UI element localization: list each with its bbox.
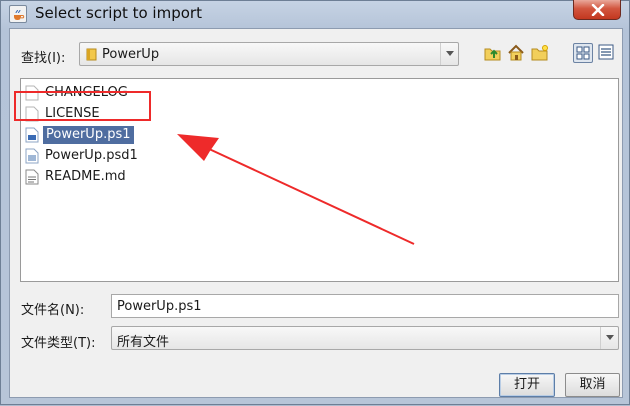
chevron-down-icon: [446, 51, 454, 56]
home-icon: [508, 44, 524, 61]
file-type-label: 文件类型(T):: [21, 336, 96, 351]
file-name: README.md: [45, 169, 126, 184]
new-folder-button[interactable]: [530, 43, 550, 63]
up-folder-icon: [484, 48, 501, 61]
look-in-arrow[interactable]: [440, 43, 458, 65]
file-type-arrow[interactable]: [600, 327, 618, 349]
window-title: Select script to import: [35, 4, 202, 22]
file-name: PowerUp.ps1: [43, 126, 134, 144]
open-button[interactable]: 打开: [499, 373, 555, 397]
look-in-dropdown[interactable]: PowerUp: [79, 42, 459, 66]
new-folder-icon: [531, 45, 548, 61]
cancel-button[interactable]: 取消: [565, 373, 620, 397]
details-view-icon: [598, 44, 614, 60]
close-button[interactable]: [573, 0, 621, 20]
look-in-value: PowerUp: [102, 47, 160, 62]
data-file-icon: [25, 148, 39, 164]
file-name-label: 文件名(N):: [21, 303, 85, 318]
close-icon: [591, 4, 605, 16]
home-button[interactable]: [506, 43, 526, 63]
look-in-label: 查找(I):: [21, 51, 66, 66]
list-view-button[interactable]: [573, 43, 593, 63]
file-type-dropdown[interactable]: 所有文件: [111, 326, 619, 350]
file-dialog-window: Select script to import 查找(I): PowerUp C…: [0, 0, 630, 405]
java-cup-icon: [9, 5, 27, 23]
file-name-field[interactable]: [111, 294, 619, 318]
chevron-down-icon: [606, 335, 614, 340]
up-one-level-button[interactable]: [483, 43, 503, 63]
file-name-input[interactable]: [112, 295, 618, 317]
title-bar[interactable]: Select script to import: [1, 0, 629, 28]
dialog-body: 查找(I): PowerUp CHANGELOG LICENSE PowerUp…: [9, 28, 623, 398]
folder-icon: [86, 48, 97, 61]
list-view-icon: [576, 46, 590, 60]
file-type-value: 所有文件: [117, 335, 170, 350]
annotation-highlight-box: [14, 91, 151, 121]
file-name: PowerUp.psd1: [45, 148, 138, 163]
script-icon: [25, 127, 39, 143]
text-file-icon: [25, 169, 39, 185]
details-view-button[interactable]: [597, 43, 617, 63]
